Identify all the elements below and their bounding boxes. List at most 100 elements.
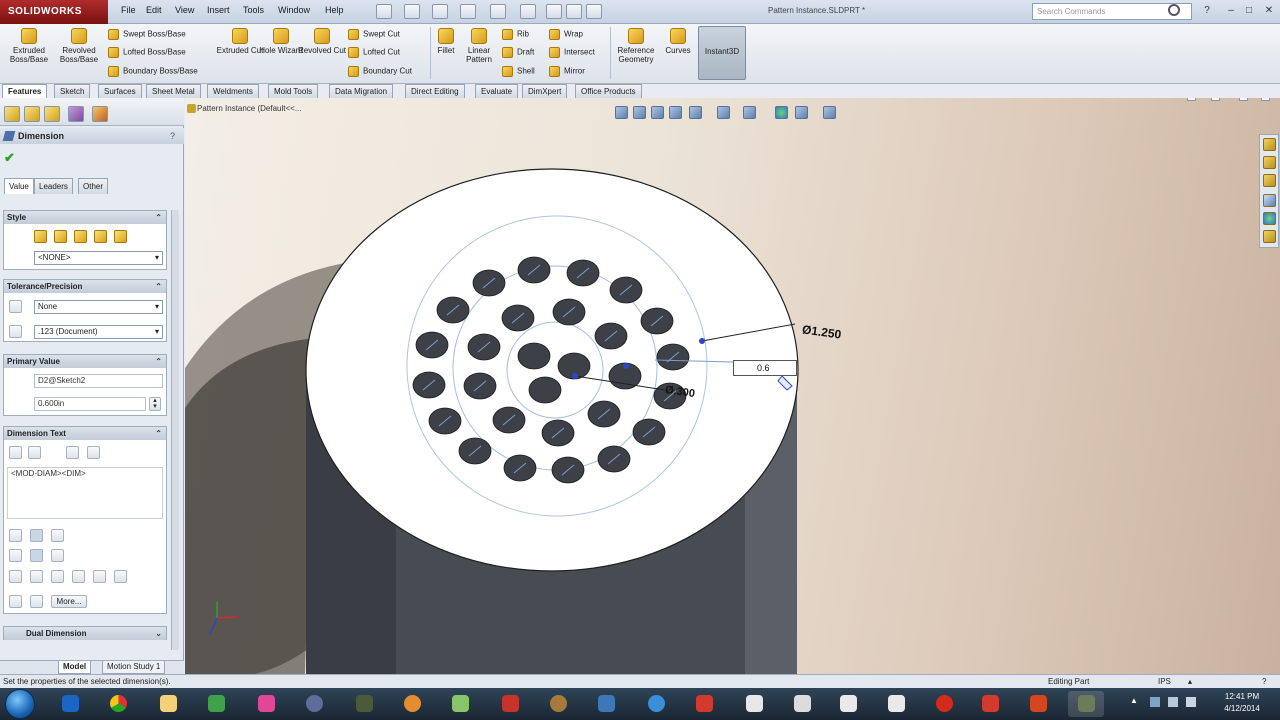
tab-surfaces[interactable]: Surfaces	[98, 84, 142, 98]
volume-icon[interactable]	[1186, 697, 1196, 707]
taskbar-app-blue[interactable]	[638, 691, 674, 717]
diameter-symbol-icon[interactable]	[9, 570, 22, 583]
units-dropdown-icon[interactable]: ▴	[1188, 677, 1192, 686]
new-document-icon[interactable]	[376, 4, 392, 19]
taskbar-app-lock[interactable]	[296, 691, 332, 717]
align-middle-icon[interactable]	[30, 549, 43, 562]
edit-appearance-icon[interactable]	[775, 106, 788, 119]
taskbar-chrome[interactable]	[100, 691, 136, 717]
tab-data-migration[interactable]: Data Migration	[329, 84, 394, 98]
dimxpert-icon[interactable]	[68, 106, 84, 122]
solidworks-resources-icon[interactable]	[1263, 138, 1276, 151]
panel-scrollbar[interactable]	[171, 210, 179, 650]
taskbar-app-dark[interactable]	[346, 691, 382, 717]
maximize-button[interactable]: □	[1242, 4, 1256, 18]
menu-tools[interactable]: Tools	[243, 5, 264, 15]
search-icon[interactable]	[1168, 4, 1180, 16]
view-palette-icon[interactable]	[1263, 194, 1276, 207]
add-style-icon[interactable]	[54, 230, 67, 243]
lofted-cut-button[interactable]: Lofted Cut	[348, 47, 400, 58]
file-explorer-icon[interactable]	[1263, 174, 1276, 187]
swept-cut-button[interactable]: Swept Cut	[348, 29, 400, 40]
taskbar-solidworks-2[interactable]	[686, 691, 722, 717]
taskbar-solidworks[interactable]	[492, 691, 528, 717]
design-library-icon[interactable]	[1263, 156, 1276, 169]
display-style-icon[interactable]	[717, 106, 730, 119]
add-parentheses-icon[interactable]	[9, 446, 22, 459]
rib-button[interactable]: Rib	[502, 29, 529, 40]
save-style-icon[interactable]	[94, 230, 107, 243]
value-spinner[interactable]: ▴ ▾	[149, 397, 161, 411]
undo-icon[interactable]	[490, 4, 506, 19]
tab-value[interactable]: Value	[4, 178, 34, 194]
draft-button[interactable]: Draft	[502, 47, 534, 58]
property-manager-icon[interactable]	[24, 106, 40, 122]
dimension-edit-box[interactable]: 0.6	[733, 360, 797, 376]
tab-leaders[interactable]: Leaders	[34, 178, 73, 194]
help-dropdown-icon[interactable]: ?	[1200, 4, 1214, 18]
centerline-symbol-icon[interactable]	[72, 570, 85, 583]
minimize-button[interactable]: –	[1224, 4, 1238, 18]
viewport-restore-icon[interactable]	[1211, 98, 1220, 101]
feature-tree-icon[interactable]	[4, 106, 20, 122]
dimension-text-group-header[interactable]: Dimension Text ⌃	[4, 427, 166, 440]
section-view-icon[interactable]	[669, 106, 682, 119]
tab-sketch[interactable]: Sketch	[54, 84, 91, 98]
rebuild-icon[interactable]	[546, 4, 562, 19]
tab-features[interactable]: Features	[2, 84, 48, 98]
apply-default-style-icon[interactable]	[34, 230, 47, 243]
taskbar-explorer[interactable]	[150, 691, 186, 717]
more-symbols-dropdown-icon[interactable]	[114, 570, 127, 583]
configuration-manager-icon[interactable]	[44, 106, 60, 122]
justify-right-icon[interactable]	[51, 529, 64, 542]
ok-checkmark-icon[interactable]: ✔	[4, 150, 15, 166]
menu-edit[interactable]: Edit	[146, 5, 162, 15]
menu-help[interactable]: Help	[325, 5, 344, 15]
file-properties-icon[interactable]	[566, 4, 582, 19]
revolved-boss-button[interactable]: Revolved Boss/Base	[54, 28, 104, 64]
feature-tree-flyout-label[interactable]: Pattern Instance (Default<<...	[197, 104, 302, 113]
tab-dimxpert[interactable]: DimXpert	[522, 84, 568, 98]
boundary-boss-button[interactable]: Boundary Boss/Base	[108, 66, 198, 77]
reference-geometry-button[interactable]: Reference Geometry	[612, 28, 660, 64]
tab-weldments[interactable]: Weldments	[207, 84, 259, 98]
menu-insert[interactable]: Insert	[207, 5, 230, 15]
viewport-maximize-icon[interactable]	[1239, 98, 1248, 101]
offset-text-icon[interactable]	[87, 446, 100, 459]
tab-evaluate[interactable]: Evaluate	[475, 84, 519, 98]
help-status-icon[interactable]: ?	[1262, 677, 1266, 686]
view-settings-icon[interactable]	[823, 106, 836, 119]
save-icon[interactable]	[432, 4, 448, 19]
mirror-button[interactable]: Mirror	[549, 66, 585, 77]
custom-properties-icon[interactable]	[1263, 230, 1276, 243]
linear-pattern-button[interactable]: Linear Pattern	[455, 28, 503, 64]
taskbar-app-flower[interactable]	[394, 691, 430, 717]
display-manager-icon[interactable]	[92, 106, 108, 122]
taskbar-app-c[interactable]	[878, 691, 914, 717]
open-icon[interactable]	[404, 4, 420, 19]
tab-other[interactable]: Other	[78, 178, 109, 194]
units-indicator[interactable]: IPS	[1158, 677, 1171, 686]
tab-mold-tools[interactable]: Mold Tools	[268, 84, 319, 98]
align-bottom-icon[interactable]	[51, 549, 64, 562]
taskbar-app-sw-explorer[interactable]	[784, 691, 820, 717]
taskbar-app-flag[interactable]	[736, 691, 772, 717]
style-select[interactable]: <NONE>	[34, 251, 163, 265]
graphics-area[interactable]: Pattern Instance (Default<<... Ø1.250 Ø.…	[185, 98, 1280, 674]
network-icon[interactable]	[1150, 697, 1160, 707]
viewport-tile-icon[interactable]	[1187, 98, 1196, 101]
extruded-boss-button[interactable]: Extruded Boss/Base	[4, 28, 54, 64]
taskbar-outlook[interactable]	[52, 691, 88, 717]
menu-file[interactable]: File	[121, 5, 136, 15]
previous-view-icon[interactable]	[651, 106, 664, 119]
appearances-icon[interactable]	[1263, 212, 1276, 225]
revolved-cut-button[interactable]: Revolved Cut	[297, 28, 347, 55]
dimension-value-input[interactable]: 0.600in	[34, 397, 146, 411]
tolerance-type-select[interactable]: None	[34, 300, 163, 314]
tab-sheet-metal[interactable]: Sheet Metal	[146, 84, 201, 98]
tolerance-group-header[interactable]: Tolerance/Precision ⌃	[4, 280, 166, 293]
zoom-to-fit-icon[interactable]	[615, 106, 628, 119]
select-icon[interactable]	[520, 4, 536, 19]
tab-office-products[interactable]: Office Products	[575, 84, 642, 98]
instant3d-button[interactable]: Instant3D	[698, 26, 746, 80]
